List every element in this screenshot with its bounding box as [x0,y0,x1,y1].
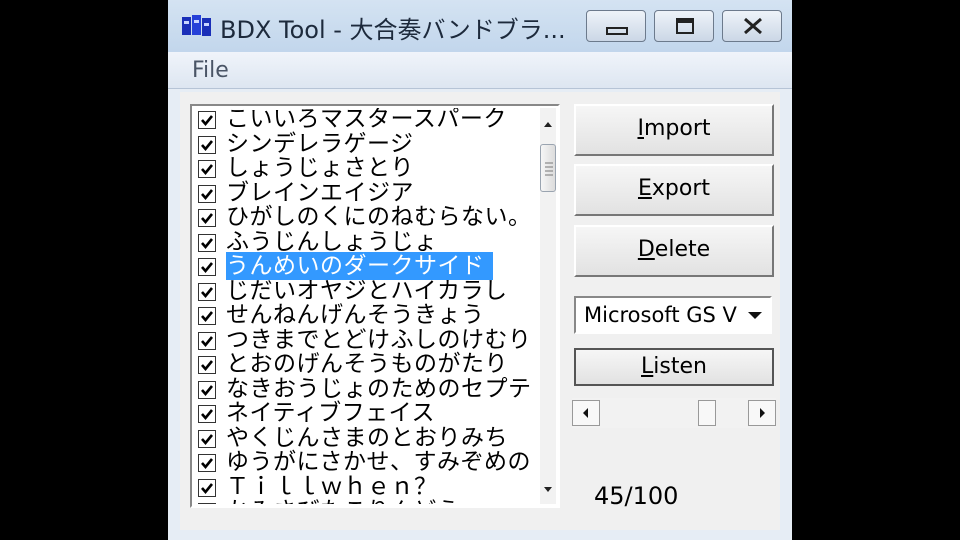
arrow-right-icon [760,408,765,418]
import-label-rest: mport [643,116,711,141]
item-checkbox[interactable] [198,111,216,129]
app-window: BDX Tool - 大合奏バンドブラ... File こいいろマスタースパーク… [168,0,792,540]
item-checkbox[interactable] [198,233,216,252]
checkmark-icon [201,237,214,249]
item-checkbox[interactable] [198,454,216,472]
item-counter: 45/100 [594,482,679,510]
checkmark-icon [201,213,214,225]
checkmark-icon [201,409,214,421]
checkmark-icon [201,188,214,200]
item-checkbox[interactable] [198,258,216,276]
grip-icon [545,162,553,176]
list-item[interactable]: かみさびたこりんどう [194,497,538,504]
item-checkbox[interactable] [198,478,216,497]
import-button[interactable]: Import [574,104,774,156]
list-scroll-thumb[interactable] [540,144,556,192]
checkmark-icon [201,360,214,372]
item-checkbox[interactable] [198,356,216,374]
maximize-icon [676,18,694,34]
window-title: BDX Tool - 大合奏バンドブラ... [220,16,566,44]
checkmark-icon [201,458,214,470]
item-checkbox[interactable] [198,184,216,203]
main-panel: こいいろマスタースパーク シンデレラゲージ しょうじょさとり ブレインエイジア ひがしの… [180,92,780,530]
item-checkbox[interactable] [198,135,216,154]
delete-button[interactable]: Delete [574,225,774,277]
menu-bar: File [168,52,792,89]
export-label-rest: xport [651,176,711,201]
list-item-label: かみさびたこりんどう [226,497,460,504]
checkmark-icon [201,482,214,494]
menu-file[interactable]: File [192,58,229,83]
scroll-up-arrow-icon[interactable] [540,116,556,132]
scroll-right-button[interactable] [748,400,776,426]
voice-select-value: Microsoft GS V [584,303,737,327]
minimize-icon [606,27,628,35]
checkmark-icon [201,286,214,298]
song-checklist[interactable]: こいいろマスタースパーク シンデレラゲージ しょうじょさとり ブレインエイジア ひがしの… [190,104,560,508]
item-checkbox[interactable] [198,503,216,504]
delete-label-rest: elete [654,237,711,262]
checkmark-icon [201,433,214,445]
checkmark-icon [201,335,214,347]
listen-button[interactable]: Listen [574,348,774,386]
item-checkbox[interactable] [198,209,216,227]
checkmark-icon [201,311,214,323]
song-list-items: こいいろマスタースパーク シンデレラゲージ しょうじょさとり ブレインエイジア ひがしの… [194,108,538,504]
checkmark-icon [201,384,214,396]
item-checkbox[interactable] [198,307,216,325]
item-checkbox[interactable] [198,282,216,301]
checkmark-icon [201,139,214,151]
item-checkbox[interactable] [198,331,216,350]
checkmark-icon [201,262,214,274]
chevron-down-icon[interactable] [742,302,768,328]
volume-thumb[interactable] [697,400,716,426]
scroll-down-arrow-icon[interactable] [540,482,556,498]
app-logo-icon [182,15,211,36]
maximize-button[interactable] [654,10,714,42]
listen-label-rest: isten [653,354,707,379]
item-checkbox[interactable] [198,160,216,178]
checkmark-icon [201,164,214,176]
arrow-left-icon [583,408,588,418]
export-button[interactable]: Export [574,164,774,216]
list-vertical-scrollbar[interactable] [540,108,556,504]
voice-volume-slider[interactable] [572,398,776,428]
voice-select[interactable]: Microsoft GS V [574,296,772,334]
scroll-left-button[interactable] [572,400,600,426]
checkmark-icon [201,115,214,127]
close-button[interactable] [722,10,782,42]
item-checkbox[interactable] [198,429,216,448]
title-bar[interactable]: BDX Tool - 大合奏バンドブラ... [168,0,792,52]
minimize-button[interactable] [586,10,646,42]
close-icon [744,17,762,35]
item-checkbox[interactable] [198,405,216,423]
item-checkbox[interactable] [198,380,216,399]
